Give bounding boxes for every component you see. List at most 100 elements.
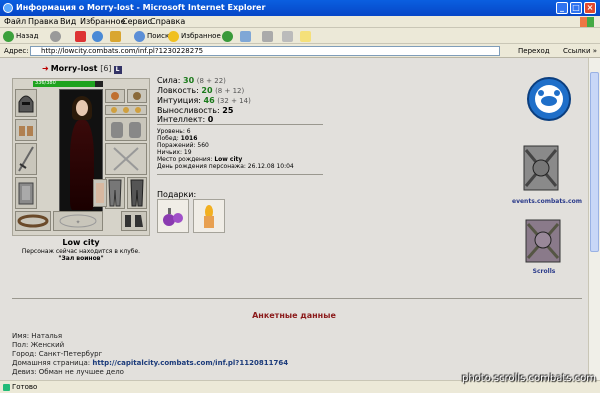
search-button[interactable]: Поиск	[134, 30, 169, 42]
clan-emblem-icon: ✦	[59, 214, 97, 228]
gift-item[interactable]	[157, 199, 189, 233]
boots-slot[interactable]	[121, 211, 147, 231]
toolbar: Назад Поиск Избранное	[0, 28, 600, 44]
home-icon	[110, 30, 121, 42]
favorites-star-icon	[168, 30, 179, 42]
armor-icon	[18, 182, 34, 205]
hp-text: 336/380	[35, 80, 56, 86]
address-input[interactable]: http://lowcity.combats.com/inf.pl?123022…	[30, 46, 500, 56]
gift-item[interactable]	[193, 199, 225, 233]
leggings-slot[interactable]	[105, 177, 125, 209]
character-level: [6]	[100, 64, 112, 73]
close-button[interactable]: ×	[584, 2, 596, 14]
character-name: Morry-lost	[50, 64, 98, 73]
homepage-link[interactable]: http://capitalcity.combats.com/inf.pl?11…	[92, 359, 288, 367]
menu-help[interactable]: Справка	[150, 17, 185, 26]
stat-agility: Ловкость: 20 (8 + 12)	[157, 86, 245, 95]
candle-gift-icon	[204, 205, 214, 228]
info-wins: Побед: 1016	[157, 135, 198, 142]
home-button[interactable]	[110, 30, 123, 42]
gloves-slot[interactable]	[105, 117, 147, 141]
stats-block: Сила: 30 (8 + 22) Ловкость: 20 (8 + 12) …	[157, 76, 251, 124]
scroll-slot[interactable]	[93, 179, 107, 207]
character-room: "Зал воинов"	[58, 255, 104, 262]
address-bar: Адрес: http://lowcity.combats.com/inf.pl…	[0, 44, 600, 58]
stop-button[interactable]	[75, 30, 88, 42]
earring-slot[interactable]	[105, 89, 125, 103]
stat-intellect: Интеллект: 0	[157, 115, 214, 124]
profile-city: Город: Санкт-Петербург	[12, 350, 103, 358]
character-badge: L	[113, 66, 122, 74]
favorites-button[interactable]: Избранное	[168, 30, 221, 42]
notes-button[interactable]	[300, 30, 313, 42]
vertical-scrollbar[interactable]	[588, 58, 600, 380]
scrollbar-thumb[interactable]	[590, 72, 599, 252]
forward-button[interactable]	[50, 30, 63, 42]
menu-favorites[interactable]: Избранное	[80, 17, 125, 26]
profile-name: Имя: Наталья	[12, 332, 63, 340]
offhand-slot[interactable]	[105, 143, 147, 175]
earring-icon	[111, 92, 119, 100]
forward-arrow-icon	[50, 30, 61, 42]
menu-file[interactable]: Файл	[4, 17, 26, 26]
rings-icon	[111, 107, 141, 113]
character-header: ➜ Morry-lost [6] L	[42, 64, 122, 74]
history-button[interactable]	[222, 30, 235, 42]
page-status-icon	[3, 384, 10, 391]
profile-gender: Пол: Женский	[12, 341, 65, 349]
address-label: Адрес:	[4, 47, 29, 55]
amulet-slot[interactable]	[127, 89, 147, 103]
section-divider	[12, 298, 582, 299]
divider	[157, 174, 323, 175]
scrolls-link[interactable]: Scrolls	[514, 268, 574, 275]
scrolls-emblem[interactable]	[520, 216, 566, 270]
page-content: ➜ Morry-lost [6] L 336/380 ✦ Low city Пе…	[0, 58, 588, 380]
stat-intuition: Интуиция: 46 (32 + 14)	[157, 96, 251, 105]
maximize-button[interactable]: □	[570, 2, 582, 14]
mail-button[interactable]	[240, 30, 253, 42]
helmet-icon	[18, 95, 34, 113]
emblem-slot: ✦	[53, 211, 103, 231]
boots-icon	[125, 215, 143, 227]
minimize-button[interactable]: _	[556, 2, 568, 14]
bracers-slot[interactable]	[15, 119, 37, 141]
back-button[interactable]: Назад	[3, 30, 38, 42]
armor-slot[interactable]	[15, 177, 37, 209]
profile-section-title: Анкетные данные	[252, 311, 336, 320]
gloves-icon	[111, 122, 141, 138]
history-icon	[222, 30, 233, 42]
clan-emblem[interactable]	[526, 76, 572, 124]
helmet-slot[interactable]	[15, 89, 37, 117]
profile-motto: Девиз: Обман не лучшее дело	[12, 368, 124, 376]
windows-logo-icon	[580, 17, 594, 27]
menu-view[interactable]: Вид	[60, 17, 76, 26]
rings-slot[interactable]	[105, 105, 147, 115]
window-title: Информация о Morry-lost - Microsoft Inte…	[16, 3, 266, 12]
equipment-panel: 336/380 ✦	[12, 78, 150, 236]
window-titlebar: Информация о Morry-lost - Microsoft Inte…	[0, 0, 600, 16]
crab-emblem-icon	[527, 77, 571, 121]
refresh-icon	[92, 30, 103, 42]
edit-button[interactable]	[282, 30, 295, 42]
hp-bar: 336/380	[33, 80, 103, 87]
leggings2-slot[interactable]	[127, 177, 147, 209]
refresh-button[interactable]	[92, 30, 105, 42]
belt-slot[interactable]	[15, 211, 51, 231]
print-button[interactable]	[262, 30, 275, 42]
weapon-slot[interactable]	[15, 143, 37, 175]
print-icon	[262, 30, 273, 42]
profile-block: Имя: Наталья Пол: Женский Город: Санкт-П…	[12, 332, 288, 377]
menu-tools[interactable]: Сервис	[122, 17, 152, 26]
gifts-label: Подарки:	[157, 190, 197, 199]
bracers-icon	[19, 126, 33, 136]
go-button[interactable]: Переход	[518, 47, 550, 55]
character-location: Персонаж сейчас находится в клубе.	[21, 248, 141, 255]
search-icon	[134, 30, 145, 42]
links-button[interactable]: Ссылки »	[563, 47, 597, 55]
menu-bar: Файл Правка Вид Избранное Сервис Справка	[0, 16, 600, 28]
menu-edit[interactable]: Правка	[28, 17, 58, 26]
events-link[interactable]: events.combats.com	[512, 198, 582, 205]
belt-icon	[17, 214, 49, 228]
events-emblem[interactable]	[518, 142, 564, 198]
crossed-swords-icon	[113, 147, 139, 171]
